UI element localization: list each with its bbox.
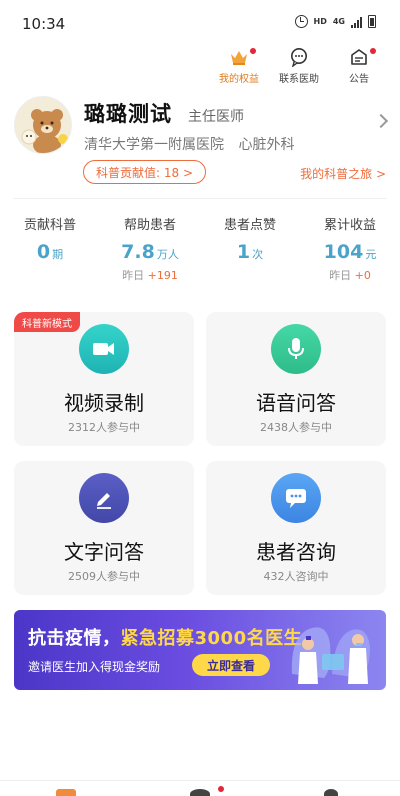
profile-tab-icon[interactable] <box>324 789 338 796</box>
doctor-name: 璐璐测试 <box>84 102 172 126</box>
stat-patients-helped[interactable]: 帮助患者 7.8 万人 昨日 +191 <box>100 214 200 284</box>
contribution-label: 科普贡献值: 18 > <box>96 165 193 180</box>
stat-delta: 昨日 +0 <box>329 269 371 282</box>
avatar[interactable] <box>14 96 72 154</box>
stat-delta: 昨日 +191 <box>122 269 178 282</box>
top-actions: 我的权益 联系医助 公告 <box>216 46 382 85</box>
stat-value: 7.8 万人 <box>121 241 179 263</box>
bottom-nav <box>0 780 400 796</box>
banner-subtitle: 邀请医生加入得现金奖励 <box>28 660 161 674</box>
stat-earnings[interactable]: 累计收益 104 元 昨日 +0 <box>300 214 400 284</box>
new-mode-badge: 科普新模式 <box>14 312 80 332</box>
notification-dot <box>250 48 256 54</box>
pencil-icon <box>79 473 129 523</box>
signal-icon <box>351 16 362 28</box>
contribution-button[interactable]: 科普贡献值: 18 > <box>83 160 206 184</box>
science-journey-link[interactable]: 我的科普之旅 > <box>300 165 386 182</box>
stat-label: 患者点赞 <box>223 218 276 233</box>
recruit-banner[interactable]: 抗击疫情，紧急招募3000名医生 邀请医生加入得现金奖励 立即查看 <box>14 610 386 690</box>
contact-assistant-label: 联系医助 <box>279 74 319 85</box>
card-participants: 432人咨询中 <box>263 570 329 583</box>
battery-icon <box>368 15 376 28</box>
notification-dot <box>370 48 376 54</box>
chat-bubble-icon <box>271 473 321 523</box>
hd-indicator: HD <box>313 17 327 26</box>
microphone-icon <box>271 324 321 374</box>
card-title: 患者咨询 <box>256 540 336 564</box>
doctor-title: 主任医师 <box>188 109 244 125</box>
workbench-tab-icon[interactable] <box>56 789 76 796</box>
my-benefits-button[interactable]: 我的权益 <box>216 46 262 85</box>
bear-avatar-icon <box>21 109 68 153</box>
contact-assistant-button[interactable]: 联系医助 <box>276 46 322 85</box>
video-camera-icon <box>79 324 129 374</box>
chat-icon <box>288 46 310 68</box>
stats-row: 贡献科普 0期 帮助患者 7.8 万人 昨日 +191 患者点赞 1次 累计收益 … <box>0 214 400 284</box>
card-title: 视频录制 <box>64 391 144 415</box>
discover-tab-icon[interactable] <box>190 789 210 796</box>
hospital-name: 清华大学第一附属医院 <box>84 137 224 153</box>
notification-dot <box>218 786 224 792</box>
alarm-icon <box>294 15 308 28</box>
card-title: 文字问答 <box>64 540 144 564</box>
stat-value: 104 元 <box>323 241 377 263</box>
voice-qa-card[interactable]: 语音问答 2438人参与中 <box>206 312 386 446</box>
status-time: 10:34 <box>22 15 66 33</box>
stat-label: 贡献科普 <box>23 218 76 233</box>
doctor-profile[interactable]: 璐璐测试 主任医师 清华大学第一附属医院 心脏外科 科普贡献值: 18 > 我的… <box>14 96 389 194</box>
status-bar: 10:34 HD 4G <box>0 0 400 44</box>
department-name: 心脏外科 <box>238 137 295 153</box>
stat-value: 1次 <box>236 241 264 263</box>
network-type: 4G <box>332 17 345 26</box>
crown-icon <box>228 46 250 68</box>
stat-likes[interactable]: 患者点赞 1次 <box>200 214 300 284</box>
stat-value: 0期 <box>36 241 64 263</box>
stat-articles[interactable]: 贡献科普 0期 <box>0 214 100 284</box>
hospital-info: 清华大学第一附属医院 心脏外科 <box>84 134 294 154</box>
notice-button[interactable]: 公告 <box>336 46 382 85</box>
card-title: 语音问答 <box>256 391 336 415</box>
doctors-illustration-icon <box>291 627 370 684</box>
stat-label: 帮助患者 <box>123 218 176 233</box>
patient-consult-card[interactable]: 患者咨询 432人咨询中 <box>206 461 386 595</box>
stat-label: 累计收益 <box>323 218 376 233</box>
status-icons: HD 4G <box>294 15 376 28</box>
text-qa-card[interactable]: 文字问答 2509人参与中 <box>14 461 194 595</box>
card-participants: 2438人参与中 <box>260 421 332 434</box>
view-now-button[interactable]: 立即查看 <box>192 654 270 676</box>
my-benefits-label: 我的权益 <box>219 74 259 85</box>
card-participants: 2312人参与中 <box>68 421 140 434</box>
notice-label: 公告 <box>349 74 369 85</box>
notice-icon <box>348 46 370 68</box>
divider <box>14 198 386 199</box>
banner-title: 抗击疫情，紧急招募3000名医生 <box>28 628 303 649</box>
video-record-card[interactable]: 科普新模式 视频录制 2312人参与中 <box>14 312 194 446</box>
card-participants: 2509人参与中 <box>68 570 140 583</box>
chevron-right-icon <box>373 113 389 129</box>
